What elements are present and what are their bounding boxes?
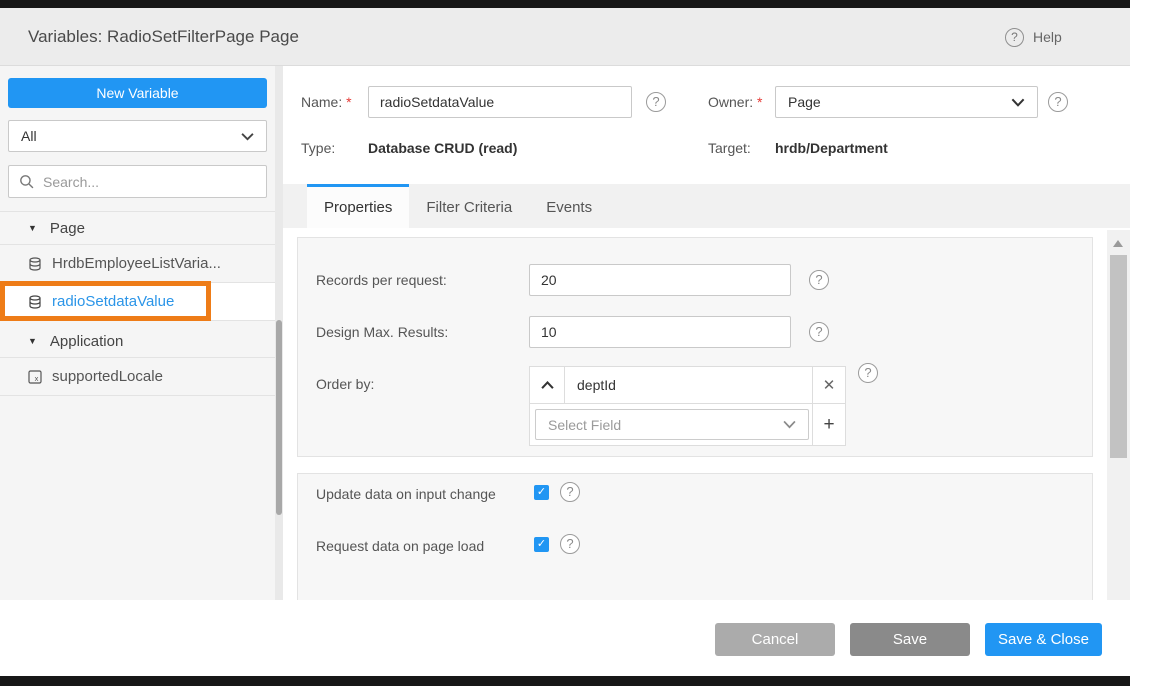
records-per-request-label: Records per request: [316, 264, 447, 296]
update-on-input-change-label: Update data on input change [316, 484, 496, 504]
target-value: hrdb/Department [775, 138, 888, 158]
design-max-results-label: Design Max. Results: [316, 316, 448, 348]
name-input[interactable] [368, 86, 632, 118]
tree-group-page[interactable]: ▼ Page [0, 212, 275, 245]
save-and-close-button[interactable]: Save & Close [985, 623, 1102, 656]
select-field-dropdown[interactable]: Select Field [535, 409, 809, 440]
records-per-request-input[interactable] [529, 264, 791, 296]
svg-text:x: x [35, 374, 39, 383]
options-panel: Update data on input change ✓ ? Request … [297, 473, 1093, 608]
order-by-label: Order by: [316, 368, 374, 400]
order-by-widget: deptId ✕ Select Field + [529, 366, 846, 446]
request-on-page-load-help-icon[interactable]: ? [560, 534, 580, 554]
name-help-icon[interactable]: ? [646, 92, 666, 112]
chevron-up-icon [541, 381, 554, 390]
save-button[interactable]: Save [850, 623, 970, 656]
search-icon [19, 174, 34, 189]
design-max-results-input[interactable] [529, 316, 791, 348]
properties-panel: Records per request: ? Design Max. Resul… [297, 237, 1093, 457]
type-value: Database CRUD (read) [368, 138, 517, 158]
order-by-add-row: Select Field + [530, 404, 845, 445]
order-by-row: deptId ✕ [530, 367, 845, 404]
tab-events[interactable]: Events [529, 184, 609, 228]
variable-filter-select[interactable]: All [8, 120, 267, 152]
request-on-page-load-label: Request data on page load [316, 536, 484, 556]
caret-down-icon: ▼ [28, 223, 37, 233]
variable-filter-value: All [21, 128, 241, 144]
sidebar-item-supportedlocale[interactable]: x supportedLocale [0, 358, 275, 396]
tab-properties[interactable]: Properties [307, 184, 409, 228]
variable-search [8, 165, 267, 198]
tree-group-label: Application [50, 333, 123, 350]
required-asterisk: * [346, 94, 351, 110]
variables-sidebar: New Variable All ▼ Page HrdbEmployeeList… [0, 66, 275, 600]
chevron-down-icon [241, 132, 254, 141]
dialog-footer: Cancel Save Save & Close [0, 600, 1152, 676]
remove-field-button[interactable]: ✕ [812, 367, 845, 403]
detail-tab-bar: Properties Filter Criteria Events [283, 184, 1130, 228]
design-max-results-help-icon[interactable]: ? [809, 322, 829, 342]
top-chrome-bar [0, 0, 1130, 8]
sidebar-item-label: radioSetdataValue [52, 293, 174, 310]
order-by-help-icon[interactable]: ? [858, 363, 878, 383]
sidebar-item-label: HrdbEmployeeListVaria... [52, 255, 221, 272]
page-title: Variables: RadioSetFilterPage Page [28, 8, 299, 66]
scroll-up-arrow-icon[interactable] [1113, 240, 1123, 247]
update-on-input-change-checkbox[interactable]: ✓ [534, 485, 549, 500]
tree-group-application[interactable]: ▼ Application [0, 325, 275, 358]
sort-direction-toggle[interactable] [530, 367, 565, 403]
owner-value: Page [788, 94, 1011, 110]
sidebar-scrollbar-thumb[interactable] [276, 320, 282, 515]
type-label: Type: [301, 138, 335, 158]
chevron-down-icon [783, 420, 796, 429]
variable-detail-panel: Name: * ? Owner: * Page ? Type: Database… [283, 66, 1130, 600]
search-input[interactable] [43, 174, 256, 190]
help-button[interactable]: ? Help [1005, 27, 1062, 47]
caret-down-icon: ▼ [28, 336, 37, 346]
records-per-request-help-icon[interactable]: ? [809, 270, 829, 290]
select-field-placeholder: Select Field [548, 417, 783, 433]
sidebar-item-hrdbemployeelistvariable[interactable]: HrdbEmployeeListVaria... [0, 245, 275, 283]
sidebar-item-radiosetdatavalue[interactable]: radioSetdataValue [0, 283, 275, 321]
content-scrollbar-thumb[interactable] [1110, 255, 1127, 458]
bottom-chrome-bar [0, 676, 1130, 686]
sidebar-item-label: supportedLocale [52, 368, 163, 385]
model-variable-icon: x [28, 370, 42, 384]
tree-group-label: Page [50, 220, 85, 237]
database-icon [28, 295, 42, 309]
help-circle-icon: ? [1005, 28, 1024, 47]
owner-select[interactable]: Page [775, 86, 1038, 118]
name-label: Name: * [301, 86, 352, 118]
order-by-field-value[interactable]: deptId [565, 367, 812, 403]
owner-label: Owner: * [708, 86, 762, 118]
request-on-page-load-checkbox[interactable]: ✓ [534, 537, 549, 552]
chevron-down-icon [1011, 98, 1025, 107]
required-asterisk: * [757, 94, 762, 110]
add-field-button[interactable]: + [812, 404, 845, 445]
target-label: Target: [708, 138, 751, 158]
database-icon [28, 257, 42, 271]
new-variable-button[interactable]: New Variable [8, 78, 267, 108]
dialog-header: Variables: RadioSetFilterPage Page ? Hel… [0, 8, 1130, 66]
cancel-button[interactable]: Cancel [715, 623, 835, 656]
variables-dialog: Variables: RadioSetFilterPage Page ? Hel… [0, 0, 1152, 686]
owner-help-icon[interactable]: ? [1048, 92, 1068, 112]
update-on-input-change-help-icon[interactable]: ? [560, 482, 580, 502]
help-label: Help [1033, 29, 1062, 45]
tab-filter-criteria[interactable]: Filter Criteria [409, 184, 529, 228]
selected-indicator [0, 283, 5, 320]
